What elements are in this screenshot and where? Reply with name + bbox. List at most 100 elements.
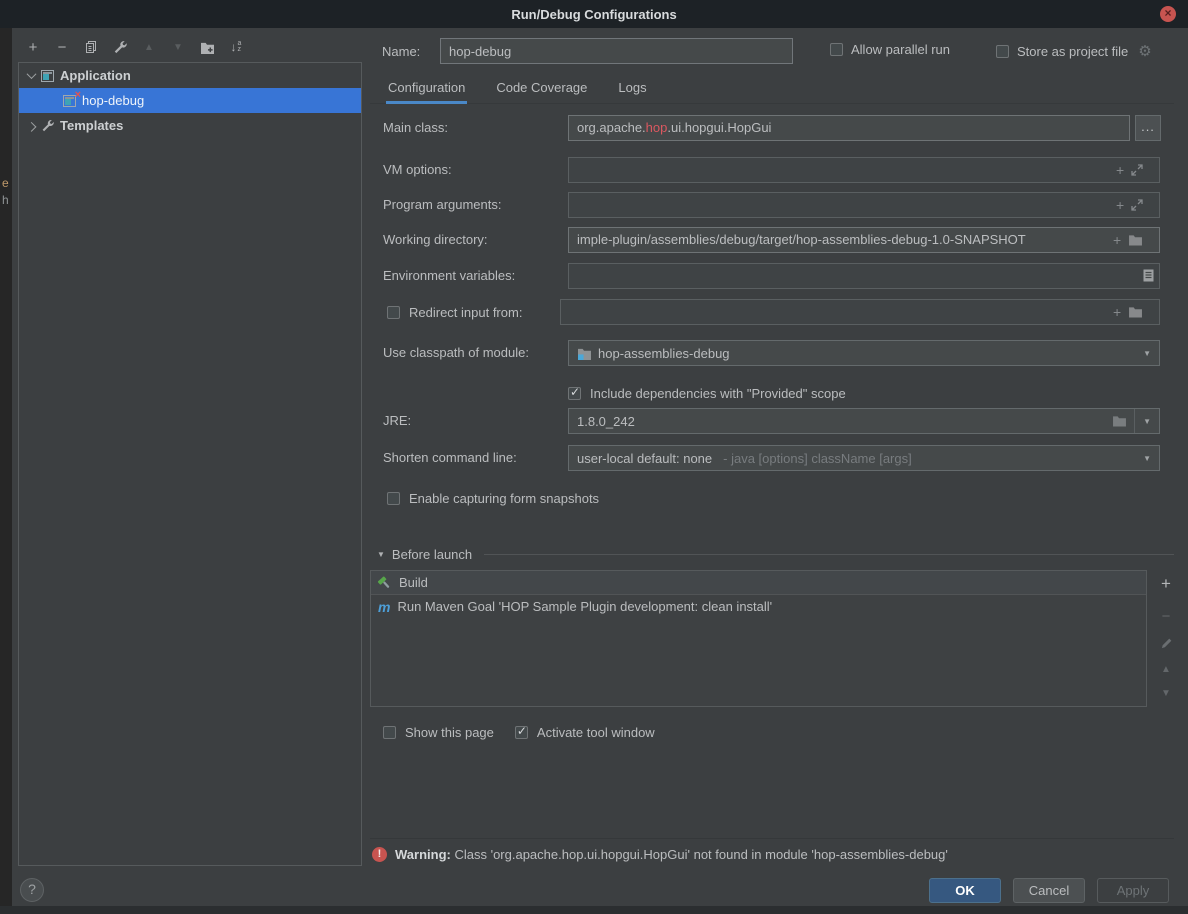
checkbox-icon[interactable]: ✓ bbox=[830, 43, 843, 56]
editor-tabs: Configuration Code Coverage Logs bbox=[370, 75, 1174, 104]
move-up-icon: ▲ bbox=[141, 38, 157, 56]
add-icon[interactable]: + bbox=[1116, 163, 1124, 177]
chevron-down-icon[interactable]: ▼ bbox=[1143, 417, 1151, 426]
provided-scope-checkbox[interactable]: ✓ Include dependencies with "Provided" s… bbox=[568, 386, 846, 401]
working-directory-label: Working directory: bbox=[383, 232, 488, 247]
dialog-titlebar: Run/Debug Configurations × bbox=[0, 0, 1188, 28]
main-class-label: Main class: bbox=[383, 120, 448, 135]
tab-configuration[interactable]: Configuration bbox=[386, 75, 467, 104]
edit-templates-icon[interactable] bbox=[112, 38, 128, 56]
configurations-tree: Application × hop-debug Templates bbox=[18, 62, 362, 866]
maven-icon: m bbox=[378, 601, 390, 613]
add-icon[interactable]: + bbox=[1113, 233, 1121, 247]
chevron-down-icon[interactable]: ▼ bbox=[1143, 454, 1151, 463]
before-launch-toolbar: + − ▲ ▼ bbox=[1154, 570, 1178, 699]
program-arguments-icons: + bbox=[1116, 198, 1143, 212]
chevron-down-icon[interactable] bbox=[27, 69, 37, 79]
tab-logs[interactable]: Logs bbox=[616, 75, 648, 104]
run-configuration-icon: × bbox=[63, 95, 76, 107]
new-folder-icon[interactable] bbox=[199, 38, 215, 56]
invalid-configuration-badge: × bbox=[75, 89, 81, 101]
window-bottom-edge bbox=[0, 906, 1188, 914]
add-icon[interactable]: + bbox=[1113, 305, 1121, 319]
store-as-project-file-checkbox[interactable]: ✓ Store as project file ⚙ bbox=[996, 42, 1152, 60]
program-arguments-input[interactable] bbox=[568, 192, 1160, 218]
classpath-module-combo[interactable]: hop-assemblies-debug ▼ bbox=[568, 340, 1160, 366]
remove-task-icon: − bbox=[1158, 608, 1174, 625]
configurations-toolbar: + − ▲ ▼ ↓ az bbox=[25, 36, 244, 58]
show-this-page-checkbox[interactable]: ✓ bbox=[383, 726, 396, 739]
application-type-icon bbox=[41, 70, 54, 82]
templates-wrench-icon bbox=[41, 119, 54, 132]
combo-hint-text: - java [options] className [args] bbox=[723, 451, 912, 466]
apply-button: Apply bbox=[1097, 878, 1169, 903]
before-launch-list: Build m Run Maven Goal 'HOP Sample Plugi… bbox=[370, 570, 1147, 707]
env-variables-list-icon[interactable] bbox=[1143, 269, 1154, 282]
environment-variables-input[interactable] bbox=[568, 263, 1160, 289]
working-directory-field[interactable]: imple-plugin/assemblies/debug/target/hop… bbox=[568, 227, 1160, 253]
add-configuration-icon[interactable]: + bbox=[25, 38, 41, 56]
copy-configuration-icon[interactable] bbox=[83, 38, 99, 56]
add-task-icon[interactable]: + bbox=[1158, 574, 1174, 594]
before-launch-item-build[interactable]: Build bbox=[371, 571, 1146, 595]
module-icon bbox=[577, 347, 592, 360]
checkbox-checked-icon[interactable]: ✓ bbox=[568, 387, 581, 400]
chevron-down-icon[interactable]: ▼ bbox=[1143, 349, 1151, 358]
ok-button[interactable]: OK bbox=[929, 878, 1001, 903]
main-class-field[interactable]: org.apache.hop.ui.hopgui.HopGui bbox=[568, 115, 1130, 141]
tree-item-application[interactable]: Application bbox=[19, 63, 361, 88]
footer-options: ✓ Show this page ✓ Activate tool window bbox=[383, 725, 655, 740]
warning-divider bbox=[370, 838, 1174, 839]
chevron-right-icon[interactable] bbox=[27, 122, 37, 132]
tree-item-hop-debug[interactable]: × hop-debug bbox=[19, 88, 361, 113]
shorten-command-line-combo[interactable]: user-local default: none - java [options… bbox=[568, 445, 1160, 471]
dialog-title: Run/Debug Configurations bbox=[511, 7, 676, 22]
shorten-command-line-label: Shorten command line: bbox=[383, 450, 517, 465]
redirect-input-checkbox[interactable]: ✓ Redirect input from: bbox=[387, 305, 522, 320]
working-directory-icons: + bbox=[1113, 233, 1143, 247]
background-text-fragment: h bbox=[2, 193, 9, 207]
collapse-triangle-icon[interactable]: ▼ bbox=[377, 550, 385, 559]
name-input[interactable] bbox=[440, 38, 793, 64]
configuration-editor: Name: ✓ Allow parallel run ✓ Store as pr… bbox=[370, 28, 1188, 906]
environment-variables-label: Environment variables: bbox=[383, 268, 515, 283]
configurations-sidebar: + − ▲ ▼ ↓ az Application × hop-debug bbox=[12, 28, 370, 906]
gear-icon[interactable]: ⚙ bbox=[1138, 42, 1151, 60]
move-task-down-icon: ▼ bbox=[1158, 688, 1174, 699]
folder-icon[interactable] bbox=[1112, 415, 1127, 427]
jre-label: JRE: bbox=[383, 413, 411, 428]
sort-configurations-icon[interactable]: ↓ az bbox=[228, 38, 244, 56]
remove-configuration-icon[interactable]: − bbox=[54, 38, 70, 56]
warning-row: ! Warning: Class 'org.apache.hop.ui.hopg… bbox=[372, 847, 948, 862]
checkbox-icon[interactable]: ✓ bbox=[996, 45, 1009, 58]
background-ide-strip: e h bbox=[0, 28, 12, 906]
tree-item-templates[interactable]: Templates bbox=[19, 113, 361, 138]
move-down-icon: ▼ bbox=[170, 38, 186, 56]
folder-icon[interactable] bbox=[1128, 306, 1143, 318]
form-snapshots-checkbox[interactable]: ✓ Enable capturing form snapshots bbox=[387, 491, 599, 506]
close-icon[interactable]: × bbox=[1160, 6, 1176, 22]
browse-main-class-button[interactable]: ... bbox=[1135, 115, 1161, 141]
checkbox-icon[interactable]: ✓ bbox=[387, 306, 400, 319]
expand-field-icon[interactable] bbox=[1131, 164, 1143, 176]
redirect-input-icons: + bbox=[1113, 305, 1143, 319]
jre-combo[interactable]: 1.8.0_242 ▼ bbox=[568, 408, 1160, 434]
vm-options-input[interactable] bbox=[568, 157, 1160, 183]
tab-code-coverage[interactable]: Code Coverage bbox=[494, 75, 589, 104]
expand-field-icon[interactable] bbox=[1131, 199, 1143, 211]
warning-prefix: Warning: bbox=[395, 847, 451, 862]
cancel-button[interactable]: Cancel bbox=[1013, 878, 1085, 903]
combo-divider bbox=[1134, 409, 1135, 433]
program-arguments-label: Program arguments: bbox=[383, 197, 502, 212]
checkbox-icon[interactable]: ✓ bbox=[387, 492, 400, 505]
move-task-up-icon: ▲ bbox=[1158, 664, 1174, 675]
before-launch-item-maven[interactable]: m Run Maven Goal 'HOP Sample Plugin deve… bbox=[371, 595, 1146, 618]
help-button[interactable]: ? bbox=[20, 878, 44, 902]
allow-parallel-run-checkbox[interactable]: ✓ Allow parallel run bbox=[830, 42, 950, 57]
redirect-input-field[interactable] bbox=[560, 299, 1160, 325]
classpath-module-label: Use classpath of module: bbox=[383, 345, 529, 360]
add-icon[interactable]: + bbox=[1116, 198, 1124, 212]
activate-tool-window-checkbox[interactable]: ✓ bbox=[515, 726, 528, 739]
folder-icon[interactable] bbox=[1128, 234, 1143, 246]
build-hammer-icon bbox=[377, 575, 392, 590]
